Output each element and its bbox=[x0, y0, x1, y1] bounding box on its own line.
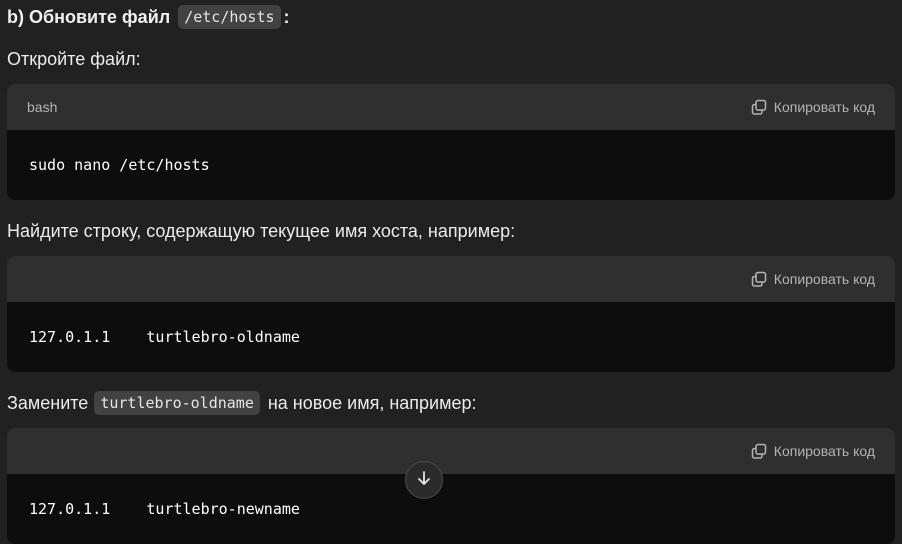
replace-inline-code: turtlebro-oldname bbox=[94, 391, 260, 415]
code-block-header: bash Копировать код bbox=[7, 84, 895, 130]
copy-icon bbox=[750, 98, 768, 116]
code-block-header: Копировать код bbox=[7, 256, 895, 302]
copy-icon bbox=[750, 270, 768, 288]
step-replace-text: Замените bbox=[7, 392, 89, 413]
step-replace: Замените turtlebro-oldname на новое имя,… bbox=[7, 388, 477, 418]
copy-code-label: Копировать код bbox=[773, 271, 875, 287]
step-open-file-text: Откройте файл: bbox=[7, 48, 141, 69]
code-block-old: Копировать код 127.0.1.1 turtlebro-oldna… bbox=[7, 256, 895, 372]
heading-colon: : bbox=[283, 6, 290, 27]
code-content: 127.0.1.1 turtlebro-newname bbox=[29, 500, 300, 518]
copy-code-label: Копировать код bbox=[773, 99, 875, 115]
scroll-to-bottom-button[interactable] bbox=[405, 461, 443, 499]
copy-code-button[interactable]: Копировать код bbox=[750, 270, 875, 288]
arrow-down-icon bbox=[415, 469, 433, 492]
code-language-label: bash bbox=[27, 99, 58, 115]
copy-code-button[interactable]: Копировать код bbox=[750, 98, 875, 116]
section-heading: b) Обновите файл /etc/hosts : bbox=[7, 2, 290, 32]
heading-inline-code: /etc/hosts bbox=[178, 5, 281, 29]
step-find-line: Найдите строку, содержащую текущее имя х… bbox=[7, 216, 515, 246]
copy-code-button[interactable]: Копировать код bbox=[750, 442, 875, 460]
code-block-new: Копировать код 127.0.1.1 turtlebro-newna… bbox=[7, 428, 895, 544]
code-block-header: Копировать код bbox=[7, 428, 895, 474]
code-block-open: bash Копировать код sudo nano /etc/hosts bbox=[7, 84, 895, 200]
code-content: sudo nano /etc/hosts bbox=[29, 156, 210, 174]
heading-text: b) Обновите файл bbox=[7, 6, 171, 27]
copy-icon bbox=[750, 442, 768, 460]
step-find-line-text: Найдите строку, содержащую текущее имя х… bbox=[7, 220, 516, 241]
step-replace-suffix: на новое имя, например: bbox=[267, 392, 477, 413]
copy-code-label: Копировать код bbox=[773, 443, 875, 459]
code-content: 127.0.1.1 turtlebro-oldname bbox=[29, 328, 300, 346]
step-open-file: Откройте файл: bbox=[7, 44, 141, 74]
